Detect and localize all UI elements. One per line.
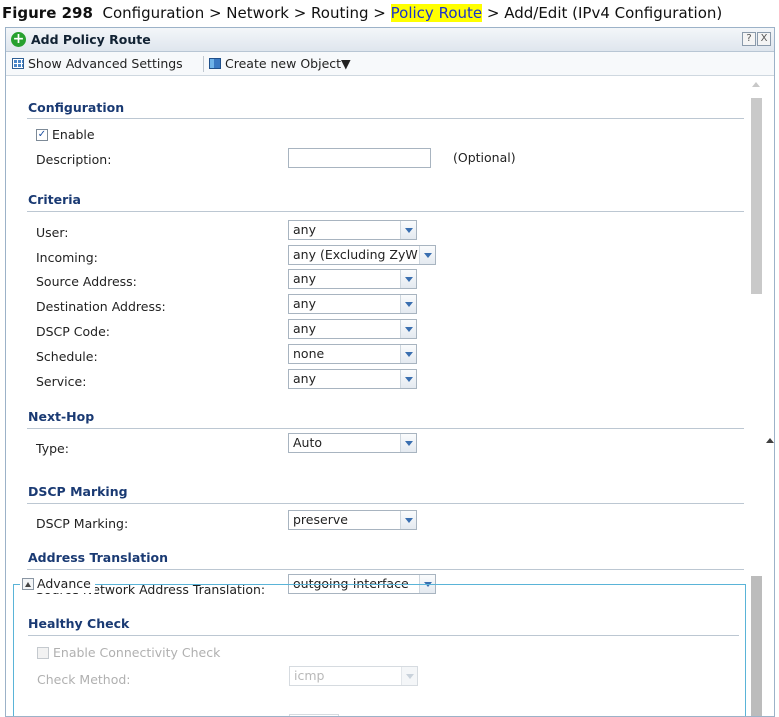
enable-checkbox[interactable]: ✓	[36, 129, 48, 141]
chevron-down-icon	[400, 221, 416, 239]
type-label: Type:	[36, 441, 69, 456]
lower-scrollbar[interactable]	[748, 576, 765, 716]
collapse-icon	[22, 578, 34, 590]
chevron-down-icon	[400, 270, 416, 288]
chevron-down-icon	[400, 511, 416, 529]
enable-connectivity-check-label: Enable Connectivity Check	[53, 645, 221, 660]
chevron-down-icon	[400, 370, 416, 388]
section-divider	[28, 635, 739, 636]
scrollbar-thumb[interactable]	[751, 98, 762, 294]
figure-caption: Figure 298 Configuration > Network > Rou…	[2, 2, 779, 24]
service-select[interactable]: any	[288, 369, 417, 389]
source-address-select[interactable]: any	[288, 269, 417, 289]
destination-address-label: Destination Address:	[36, 299, 166, 314]
destination-address-select[interactable]: any	[288, 294, 417, 314]
create-new-object-label: Create new Object▼	[225, 56, 351, 71]
object-icon	[209, 58, 221, 69]
dscp-marking-label: DSCP Marking:	[36, 516, 129, 531]
destination-address-select-value: any	[293, 296, 316, 311]
chevron-down-icon	[400, 434, 416, 452]
caption-path-prefix: Configuration > Network > Routing >	[102, 4, 391, 22]
dscp-marking-select[interactable]: preserve	[288, 510, 417, 530]
schedule-select[interactable]: none	[288, 344, 417, 364]
next-hop-type-select-value: Auto	[293, 435, 323, 450]
section-divider	[27, 428, 744, 429]
source-address-select-value: any	[293, 271, 316, 286]
dialog-toolbar: Show Advanced Settings Create new Object…	[6, 52, 774, 76]
check-method-label: Check Method:	[37, 672, 131, 687]
caption-path-suffix: > Add/Edit (IPv4 Configuration)	[482, 4, 723, 22]
section-title-address-translation: Address Translation	[28, 550, 169, 565]
add-icon: +	[11, 31, 26, 47]
dscp-marking-select-value: preserve	[293, 512, 348, 527]
outer-scrollbar[interactable]	[765, 78, 774, 716]
section-divider	[27, 569, 744, 570]
add-policy-route-dialog: + Add Policy Route ? X Show Advanced Set…	[5, 27, 775, 717]
dscp-code-label: DSCP Code:	[36, 324, 111, 339]
table-icon	[12, 58, 24, 69]
advance-legend-label: Advance	[37, 576, 91, 591]
dialog-titlebar: + Add Policy Route ? X	[6, 28, 774, 52]
next-hop-type-select[interactable]: Auto	[288, 433, 417, 453]
enable-label: Enable	[52, 127, 95, 142]
dscp-code-select[interactable]: any	[288, 319, 417, 339]
source-address-label: Source Address:	[36, 274, 137, 289]
check-method-select-value: icmp	[294, 668, 325, 683]
chevron-down-icon	[400, 295, 416, 313]
advance-group: Healthy Check Enable Connectivity Check …	[13, 584, 746, 716]
user-select-value: any	[293, 222, 316, 237]
incoming-select-value: any (Excluding ZyW	[293, 247, 418, 262]
section-title-healthy-check: Healthy Check	[28, 616, 130, 631]
incoming-select[interactable]: any (Excluding ZyW	[288, 245, 436, 265]
service-label: Service:	[36, 374, 87, 389]
section-title-criteria: Criteria	[28, 192, 81, 207]
close-button[interactable]: X	[757, 32, 771, 46]
create-new-object-button[interactable]: Create new Object▼	[209, 52, 351, 75]
section-divider	[27, 118, 744, 119]
chevron-down-icon	[400, 345, 416, 363]
description-label: Description:	[36, 152, 112, 167]
toolbar-divider	[203, 56, 204, 72]
description-input[interactable]	[288, 148, 431, 168]
show-advanced-settings-button[interactable]: Show Advanced Settings	[12, 52, 183, 75]
enable-connectivity-check-checkbox[interactable]	[37, 647, 49, 659]
incoming-label: Incoming:	[36, 250, 98, 265]
dscp-code-select-value: any	[293, 321, 316, 336]
scrollbar-thumb[interactable]	[751, 576, 762, 716]
service-select-value: any	[293, 371, 316, 386]
section-title-configuration: Configuration	[28, 100, 125, 115]
figure-label: Figure 298	[2, 4, 93, 22]
section-divider	[27, 503, 744, 504]
advance-toggle[interactable]: Advance	[20, 575, 95, 593]
optional-hint: (Optional)	[453, 150, 516, 165]
show-advanced-settings-label: Show Advanced Settings	[28, 56, 183, 71]
schedule-select-value: none	[293, 346, 325, 361]
schedule-label: Schedule:	[36, 349, 98, 364]
scroll-up-icon	[766, 438, 774, 443]
help-button[interactable]: ?	[742, 32, 756, 46]
section-title-next-hop: Next-Hop	[28, 409, 95, 424]
section-title-dscp-marking: DSCP Marking	[28, 484, 128, 499]
dialog-title: Add Policy Route	[31, 32, 151, 47]
scroll-up-icon	[752, 82, 760, 87]
user-select[interactable]: any	[288, 220, 417, 240]
chevron-down-icon	[401, 667, 417, 685]
chevron-down-icon	[400, 320, 416, 338]
check-method-select[interactable]: icmp	[289, 666, 418, 686]
caption-path-highlight: Policy Route	[390, 4, 483, 22]
section-divider	[27, 211, 744, 212]
chevron-down-icon	[419, 246, 435, 264]
user-label: User:	[36, 225, 69, 240]
